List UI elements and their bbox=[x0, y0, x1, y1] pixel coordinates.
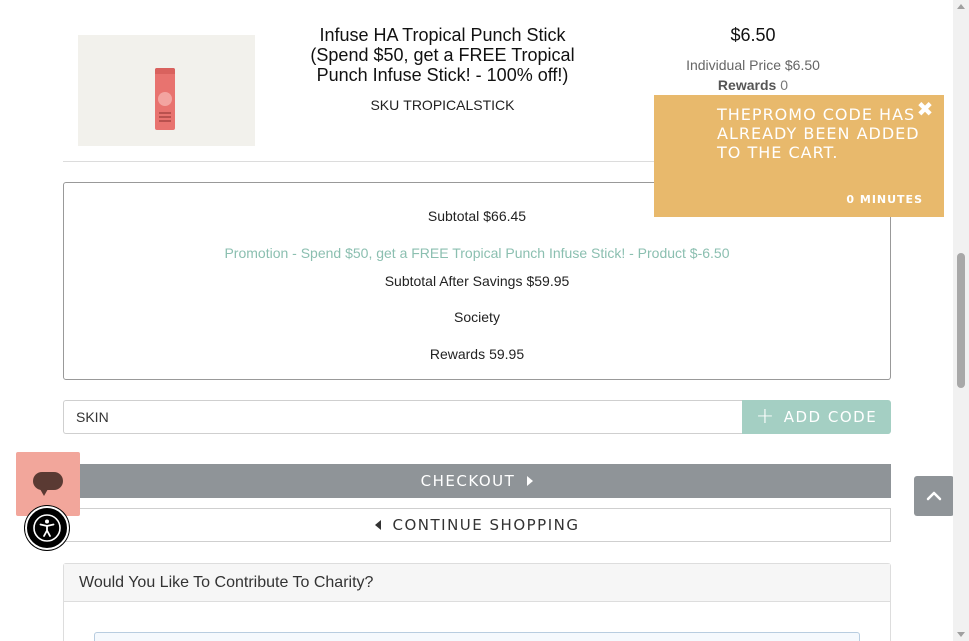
individual-price: Individual Price $6.50 bbox=[686, 57, 820, 73]
toast-time: 0 MINUTES bbox=[846, 193, 923, 206]
stick-cap bbox=[155, 68, 175, 74]
plus-icon: + bbox=[755, 404, 776, 429]
page-scrollbar[interactable] bbox=[953, 0, 969, 641]
product-sku: SKU TROPICALSTICK bbox=[300, 97, 585, 113]
close-icon[interactable]: ✖ bbox=[916, 100, 934, 120]
scroll-down-arrow[interactable] bbox=[957, 632, 965, 637]
subtotal-label: Subtotal bbox=[427, 208, 480, 224]
summary-rewards-label: Rewards bbox=[429, 346, 486, 362]
summary-rewards-value: 59.95 bbox=[489, 346, 525, 362]
chevron-up-icon bbox=[926, 491, 942, 501]
sku-value: TROPICALSTICK bbox=[403, 97, 515, 113]
accessibility-button[interactable] bbox=[25, 506, 69, 550]
continue-shopping-button[interactable]: CONTINUE SHOPPING bbox=[63, 508, 891, 542]
charity-content-box bbox=[94, 632, 860, 641]
product-price: $6.50 bbox=[730, 25, 776, 45]
sku-label: SKU bbox=[370, 97, 400, 113]
summary-after-savings: Subtotal After Savings $59.95 bbox=[64, 273, 890, 289]
stick-logo bbox=[158, 92, 172, 106]
product-image[interactable] bbox=[78, 35, 255, 146]
add-code-button[interactable]: + ADD CODE bbox=[742, 400, 891, 434]
charity-panel: Would You Like To Contribute To Charity? bbox=[63, 563, 891, 641]
caret-right-icon bbox=[527, 476, 534, 486]
chat-bubble-icon bbox=[33, 472, 63, 496]
accessibility-icon bbox=[33, 514, 61, 542]
subtotal-value: $66.45 bbox=[483, 208, 527, 224]
summary-society: Society bbox=[454, 309, 500, 325]
caret-left-icon bbox=[374, 520, 381, 530]
product-rewards: Rewards 0 bbox=[683, 77, 823, 93]
product-stick-graphic bbox=[155, 68, 175, 130]
product-name[interactable]: Infuse HA Tropical Punch Stick (Spend $5… bbox=[300, 25, 585, 85]
back-to-top-button[interactable] bbox=[914, 476, 954, 516]
add-code-label: ADD CODE bbox=[783, 408, 878, 426]
stick-text-lines bbox=[159, 112, 171, 114]
summary-promotion: Promotion - Spend $50, get a FREE Tropic… bbox=[224, 245, 730, 261]
checkout-label: CHECKOUT bbox=[420, 472, 516, 490]
summary-rewards: Rewards 59.95 bbox=[64, 346, 890, 362]
scroll-up-arrow[interactable] bbox=[957, 4, 965, 9]
continue-shopping-label: CONTINUE SHOPPING bbox=[392, 516, 580, 534]
charity-header[interactable]: Would You Like To Contribute To Charity? bbox=[64, 564, 890, 602]
scrollbar-thumb[interactable] bbox=[957, 253, 965, 388]
checkout-button[interactable]: CHECKOUT bbox=[63, 464, 891, 498]
after-savings-value: $59.95 bbox=[526, 273, 570, 289]
after-savings-label: Subtotal After Savings bbox=[384, 273, 523, 289]
rewards-value: 0 bbox=[780, 77, 789, 93]
promo-code-input[interactable] bbox=[63, 400, 743, 434]
toast-message: THEPROMO CODE HAS ALREADY BEEN ADDED TO … bbox=[717, 105, 920, 162]
rewards-label: Rewards bbox=[717, 77, 777, 93]
promo-toast: THEPROMO CODE HAS ALREADY BEEN ADDED TO … bbox=[654, 95, 944, 217]
